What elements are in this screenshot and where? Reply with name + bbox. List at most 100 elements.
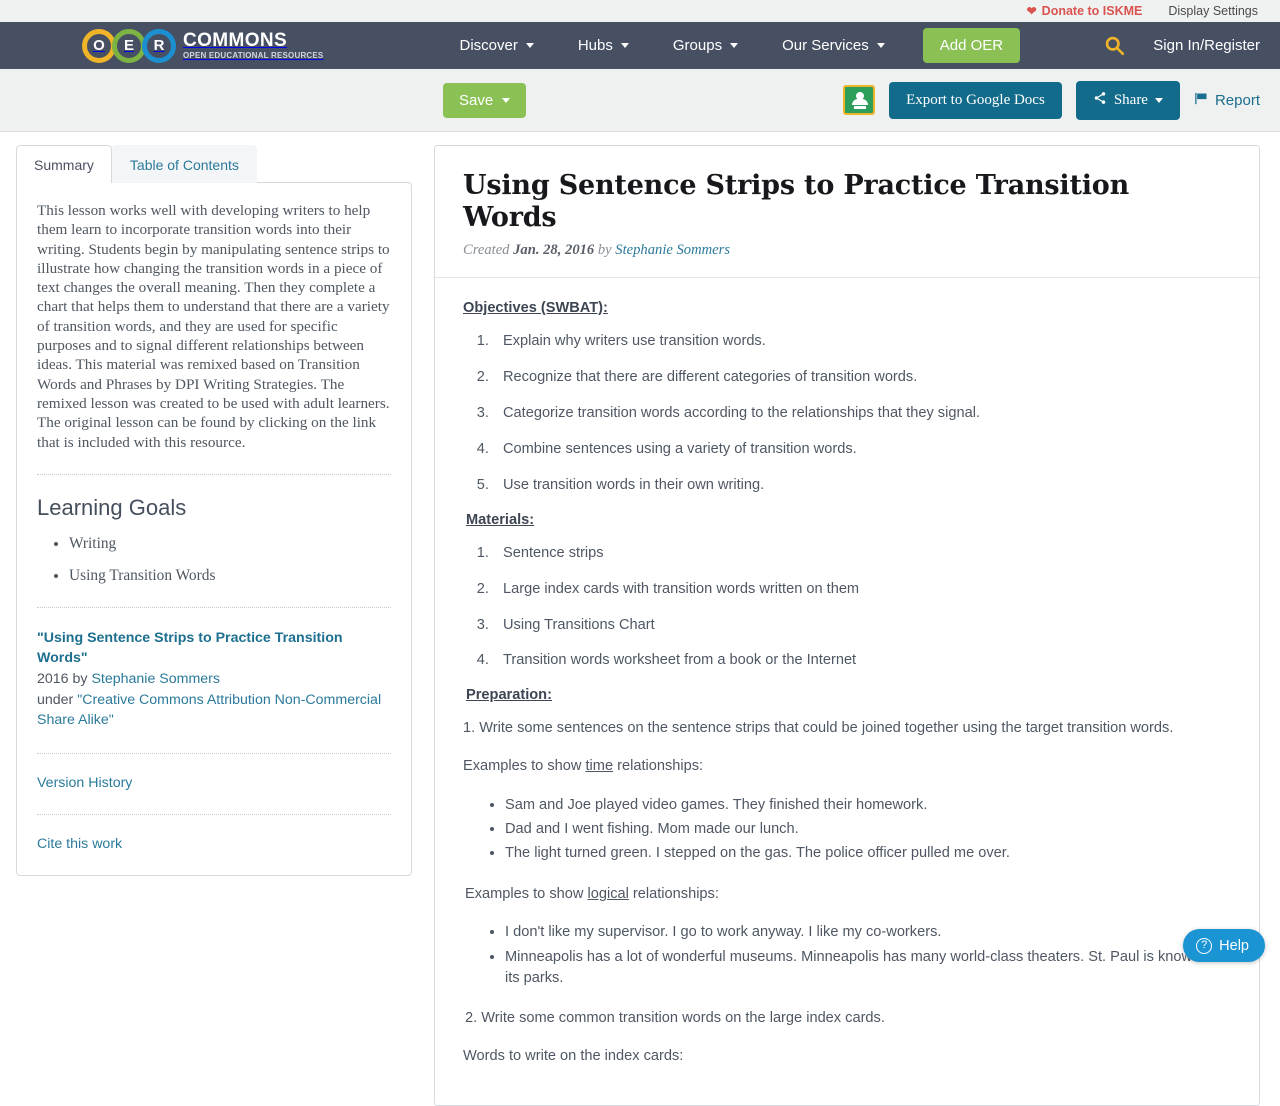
tab-summary[interactable]: Summary	[16, 145, 112, 183]
document-header: Using Sentence Strips to Practice Transi…	[435, 146, 1259, 278]
toolbar-right-group: Export to Google Docs Share Report	[843, 80, 1260, 120]
help-button[interactable]: ? Help	[1183, 929, 1265, 962]
export-to-google-docs-button[interactable]: Export to Google Docs	[889, 81, 1062, 119]
cite-this-work-link[interactable]: Cite this work	[37, 836, 122, 852]
attribution-license-line: under "Creative Commons Attribution Non-…	[37, 690, 391, 731]
nav-item-our-services[interactable]: Our Services	[760, 37, 907, 54]
time-examples-intro: Examples to show time relationships:	[463, 757, 1231, 777]
attribution-year-author: 2016 by Stephanie Sommers	[37, 669, 391, 690]
report-link[interactable]: Report	[1194, 91, 1260, 110]
share-button-label: Share	[1113, 91, 1148, 108]
donate-link[interactable]: ❤ Donate to ISKME	[1027, 4, 1143, 18]
learning-goals-list: Writing Using Transition Words	[37, 535, 391, 585]
nav-items: Discover Hubs Groups Our Services Add OE…	[437, 28, 1021, 63]
summary-text: This lesson works well with developing w…	[37, 202, 390, 451]
list-item: I don't like my supervisor. I go to work…	[505, 922, 1231, 943]
logo-ring-r: R	[142, 28, 176, 63]
materials-list: Sentence strips Large index cards with t…	[463, 544, 1231, 671]
google-classroom-icon[interactable]	[843, 85, 876, 115]
list-item: Large index cards with transition words …	[493, 580, 1231, 599]
attribution-license-link[interactable]: "Creative Commons Attribution Non-Commer…	[37, 692, 381, 729]
utility-bar: ❤ Donate to ISKME Display Settings	[0, 0, 1280, 22]
share-icon	[1093, 91, 1107, 110]
chevron-down-icon	[730, 43, 739, 48]
document-body: Objectives (SWBAT): Explain why writers …	[435, 278, 1259, 1105]
chevron-down-icon	[1154, 97, 1163, 103]
nav-item-hubs[interactable]: Hubs	[556, 37, 651, 54]
logo-ring-e: E	[112, 28, 146, 63]
logical-keyword: logical	[587, 885, 629, 902]
save-button-label: Save	[459, 91, 494, 109]
list-item: Using Transition Words	[69, 567, 391, 585]
sidebar: Summary Table of Contents This lesson wo…	[16, 145, 412, 876]
chevron-down-icon	[525, 43, 534, 48]
share-button[interactable]: Share	[1075, 80, 1180, 120]
page-title: Using Sentence Strips to Practice Transi…	[463, 170, 1130, 233]
sidebar-card: This lesson works well with developing w…	[16, 182, 412, 876]
logo-title: COMMONS	[183, 30, 288, 51]
preparation-step-1: 1. Write some sentences on the sentence …	[463, 720, 1174, 737]
logo-text: COMMONS OPEN EDUCATIONAL RESOURCES	[183, 31, 323, 60]
sidebar-tabs: Summary Table of Contents	[16, 145, 412, 183]
main-navigation-bar: O E R COMMONS OPEN EDUCATIONAL RESOURCES…	[0, 22, 1280, 69]
question-circle-icon: ?	[1196, 937, 1213, 954]
nav-item-groups[interactable]: Groups	[651, 37, 760, 54]
nav-item-our-services-label: Our Services	[782, 37, 869, 54]
nav-item-hubs-label: Hubs	[577, 37, 613, 54]
nav-right-group: Sign In/Register	[1104, 35, 1260, 56]
heart-icon: ❤	[1026, 4, 1037, 18]
chevron-down-icon	[876, 43, 885, 48]
created-label: Created	[463, 241, 514, 258]
divider	[37, 752, 391, 754]
list-item: Use transition words in their own writin…	[493, 476, 1231, 495]
divider	[37, 606, 391, 608]
chevron-down-icon	[620, 43, 629, 48]
words-to-write-intro: Words to write on the index cards:	[463, 1047, 684, 1064]
page-body: Summary Table of Contents This lesson wo…	[0, 132, 1280, 1106]
list-item: Sam and Joe played video games. They fin…	[505, 795, 1231, 816]
display-settings-link[interactable]: Display Settings	[1168, 4, 1258, 18]
list-item: Explain why writers use transition words…	[493, 332, 1231, 351]
logical-examples-intro: Examples to show logical relationships:	[463, 885, 1231, 905]
save-button[interactable]: Save	[443, 82, 527, 118]
oer-commons-logo[interactable]: O E R COMMONS OPEN EDUCATIONAL RESOURCES	[82, 28, 323, 63]
document-author-link[interactable]: Stephanie Sommers	[615, 242, 730, 258]
sign-in-register-link[interactable]: Sign In/Register	[1153, 37, 1260, 54]
list-item: The light turned green. I stepped on the…	[505, 843, 1231, 864]
nav-item-discover[interactable]: Discover	[437, 37, 555, 54]
time-keyword: time	[585, 758, 614, 775]
list-item: Using Transitions Chart	[493, 616, 1231, 635]
help-button-label: Help	[1219, 937, 1249, 954]
report-label: Report	[1214, 91, 1260, 109]
divider	[37, 473, 391, 475]
attribution-author-link[interactable]: Stephanie Sommers	[91, 671, 220, 687]
logo-subtitle: OPEN EDUCATIONAL RESOURCES	[183, 51, 324, 60]
nav-item-discover-label: Discover	[459, 37, 518, 54]
add-oer-button[interactable]: Add OER	[922, 28, 1021, 63]
action-toolbar: Save Export to Google Docs Share Report	[0, 69, 1280, 132]
logical-examples-list: I don't like my supervisor. I go to work…	[463, 922, 1231, 989]
version-history-link[interactable]: Version History	[37, 775, 132, 791]
search-icon[interactable]	[1104, 35, 1125, 56]
logical-intro-suffix: relationships:	[628, 885, 719, 902]
list-item: Combine sentences using a variety of tra…	[493, 440, 1231, 459]
logical-intro-prefix: Examples to show	[465, 885, 588, 902]
materials-heading: Materials:	[466, 511, 535, 528]
document-card: Using Sentence Strips to Practice Transi…	[434, 145, 1260, 1106]
created-date: Jan. 28, 2016	[513, 241, 595, 258]
list-item: Sentence strips	[493, 544, 1231, 563]
divider	[37, 813, 391, 815]
attribution-block: "Using Sentence Strips to Practice Trans…	[37, 628, 391, 731]
donate-label: Donate to ISKME	[1041, 4, 1143, 18]
list-item: Minneapolis has a lot of wonderful museu…	[505, 947, 1231, 990]
list-item: Recognize that there are different categ…	[493, 368, 1231, 387]
objectives-heading: Objectives (SWBAT):	[463, 299, 608, 316]
preparation-heading: Preparation:	[466, 687, 552, 704]
list-item: Categorize transition words according to…	[493, 404, 1231, 423]
attribution-under-label: under	[37, 691, 78, 708]
list-item: Dad and I went fishing. Mom made our lun…	[505, 819, 1231, 840]
attribution-work-title-link[interactable]: "Using Sentence Strips to Practice Trans…	[37, 630, 343, 667]
list-item: Transition words worksheet from a book o…	[493, 651, 1231, 670]
time-intro-prefix: Examples to show	[463, 758, 586, 775]
tab-table-of-contents[interactable]: Table of Contents	[111, 145, 257, 183]
